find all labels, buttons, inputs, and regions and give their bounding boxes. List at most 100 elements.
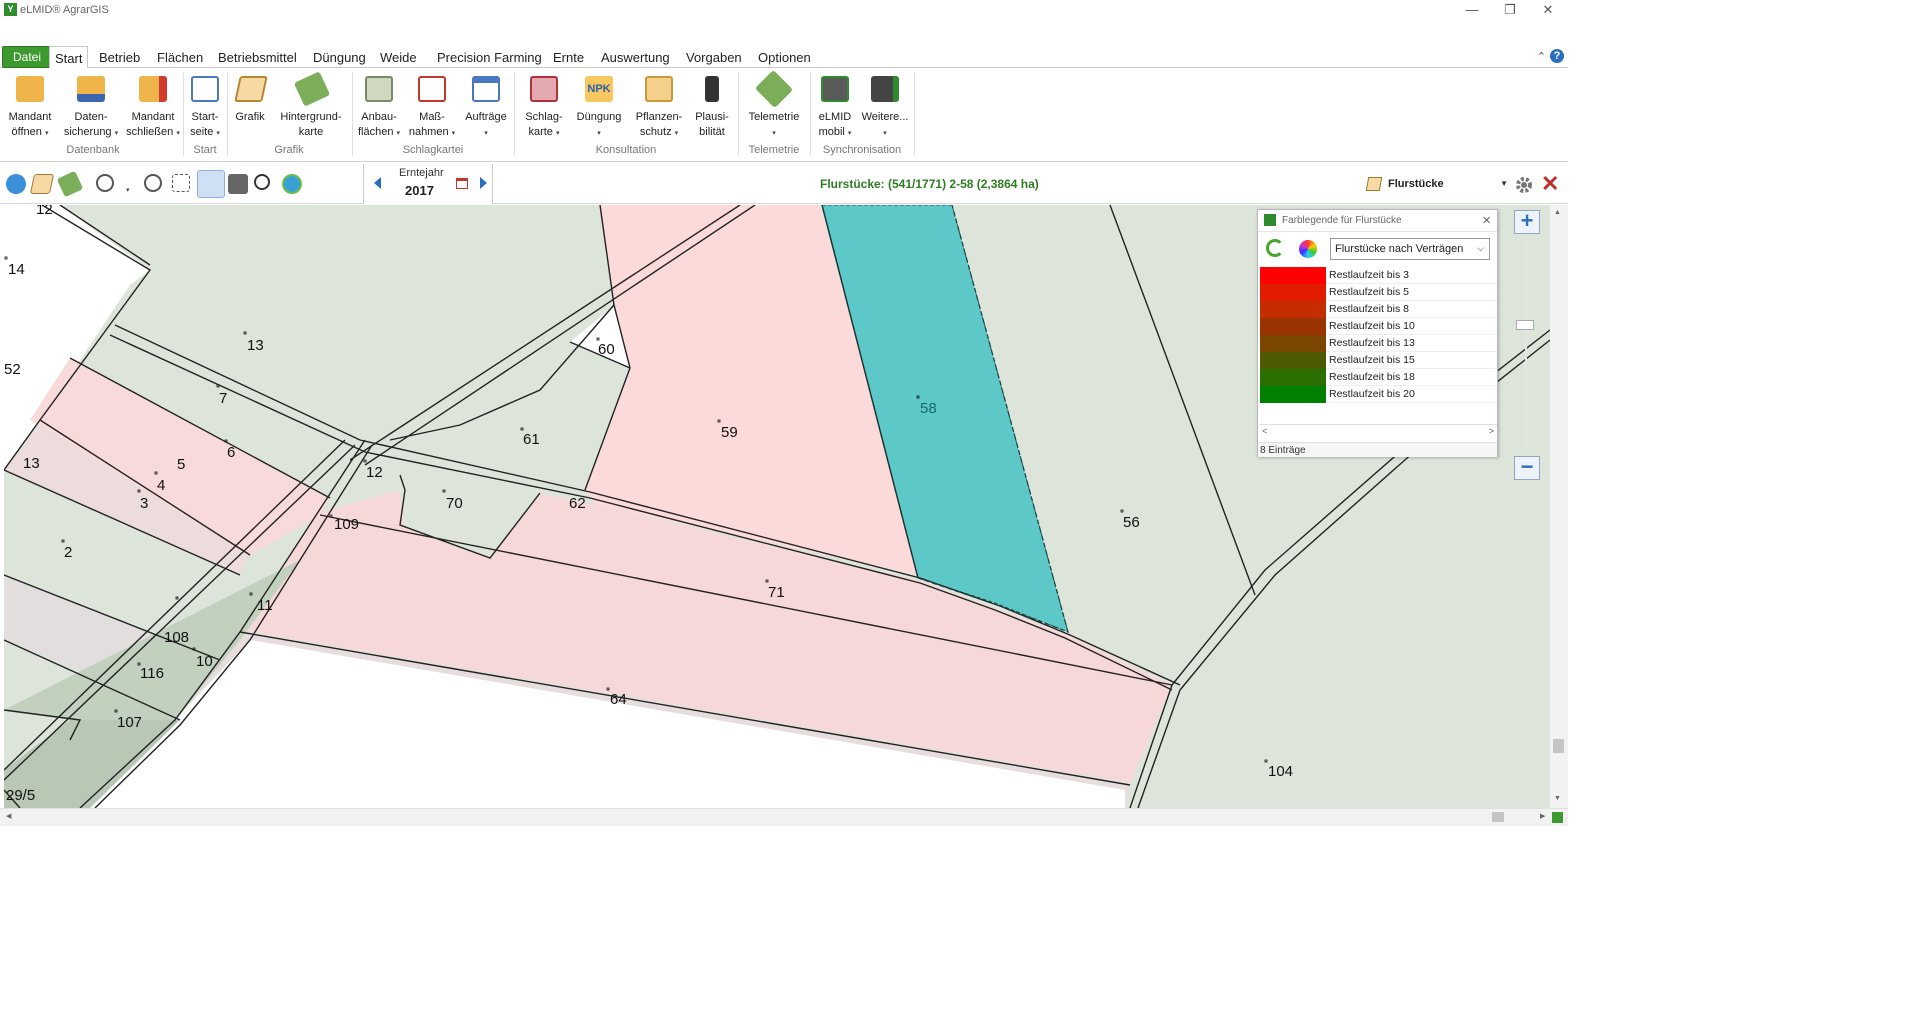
legend-item[interactable]: Restlaufzeit bis 8: [1259, 301, 1497, 318]
refresh-icon[interactable]: [1266, 239, 1284, 257]
group-label-start: Start: [193, 144, 217, 156]
legend-item[interactable]: Restlaufzeit bis 18: [1259, 369, 1497, 386]
weitere-button[interactable]: Weitere... ▾: [860, 72, 910, 142]
map-horizontal-scrollbar[interactable]: ◀ ▶: [0, 808, 1568, 826]
traffic-light-icon: [705, 76, 719, 102]
scroll-up-icon[interactable]: ▲: [1554, 209, 1561, 216]
zoom-in-icon[interactable]: [96, 174, 114, 192]
mandant-oeffnen-button[interactable]: Mandant öffnen ▾: [4, 72, 56, 142]
legend-swatch: [1260, 386, 1326, 403]
tab-vorgaben[interactable]: Vorgaben: [681, 46, 747, 68]
zoom-in-button[interactable]: +: [1514, 210, 1540, 234]
group-label-synchronisation: Synchronisation: [822, 144, 902, 156]
color-wheel-icon[interactable]: [1299, 240, 1317, 258]
group-label-grafik: Grafik: [274, 144, 304, 156]
scroll-thumb[interactable]: [1492, 812, 1504, 822]
tab-start[interactable]: Start: [49, 46, 89, 69]
legend-item[interactable]: Restlaufzeit bis 13: [1259, 335, 1497, 352]
select-rectangle-icon[interactable]: [172, 174, 190, 192]
help-icon[interactable]: ?: [1550, 49, 1564, 63]
telemetrie-button[interactable]: Telemetrie ▾: [742, 69, 806, 142]
zoom-out-icon[interactable]: [144, 174, 162, 192]
print-icon[interactable]: [228, 174, 248, 194]
datensicherung-button[interactable]: Daten-sicherung ▾: [62, 72, 120, 142]
group-label-schlagkartei: Schlagkartei: [402, 144, 464, 156]
mandant-schliessen-button[interactable]: Mandant schließen ▾: [125, 72, 181, 142]
collapse-ribbon-icon[interactable]: ⌃: [1537, 50, 1546, 63]
startseite-button[interactable]: Start-seite ▾: [186, 72, 224, 142]
legend-label: Restlaufzeit bis 18: [1329, 371, 1415, 383]
gear-icon[interactable]: [1514, 175, 1534, 195]
parcel-label: 59: [721, 424, 738, 441]
legend-horizontal-scrollbar[interactable]: < >: [1259, 424, 1497, 438]
legend-title: Farblegende für Flurstücke: [1282, 215, 1402, 226]
tab-weide[interactable]: Weide: [375, 46, 422, 68]
layer-graphic-icon[interactable]: [29, 174, 55, 194]
duengung-button[interactable]: NPK Düngung ▾: [574, 72, 624, 142]
tab-flaechen[interactable]: Flächen: [152, 46, 208, 68]
legend-item[interactable]: Restlaufzeit bis 15: [1259, 352, 1497, 369]
close-window-button[interactable]: ✕: [1538, 2, 1558, 18]
prev-year-button[interactable]: [374, 177, 381, 189]
hintergrundkarte-button[interactable]: Hintergrund-karte: [276, 71, 346, 142]
ribbon-tab-bar: Datei Start Betrieb Flächen Betriebsmitt…: [0, 44, 1568, 69]
tab-datei[interactable]: Datei: [2, 46, 53, 68]
parcel-label: 29/5: [6, 787, 35, 804]
pflanzenschutz-button[interactable]: Pflanzen-schutz ▾: [630, 72, 688, 142]
scroll-right-icon[interactable]: >: [1489, 426, 1494, 436]
map-layer-icon[interactable]: [56, 170, 84, 198]
scroll-thumb[interactable]: [1553, 739, 1564, 753]
plausibilitaet-button[interactable]: Plausi-bilität: [692, 72, 732, 142]
anbauflaechen-button[interactable]: Anbau-flächen ▾: [356, 72, 402, 142]
legend-item[interactable]: Restlaufzeit bis 3: [1259, 267, 1497, 284]
scroll-left-icon[interactable]: <: [1262, 426, 1267, 436]
calendar-icon[interactable]: [456, 178, 468, 189]
tab-ernte[interactable]: Ernte: [548, 46, 589, 68]
auftraege-button[interactable]: Aufträge ▾: [462, 72, 510, 142]
layer-dropdown-value: Flurstücke: [1388, 178, 1444, 190]
scroll-right-icon[interactable]: ▶: [1540, 812, 1545, 820]
tab-auswertung[interactable]: Auswertung: [596, 46, 675, 68]
close-icon[interactable]: ×: [1482, 212, 1491, 229]
search-icon[interactable]: [254, 174, 270, 190]
legend-item[interactable]: Restlaufzeit bis 10: [1259, 318, 1497, 335]
massnahmen-button[interactable]: Maß-nahmen ▾: [408, 72, 456, 142]
close-panel-icon[interactable]: ✕: [1541, 172, 1559, 196]
zoom-dropdown-icon[interactable]: ▾: [126, 186, 130, 194]
harvest-year-selector: Erntejahr 2017: [363, 164, 493, 204]
layer-graphic-icon: [1365, 177, 1383, 191]
parcel-label: 58: [920, 400, 937, 417]
list-view-icon[interactable]: [197, 170, 225, 198]
scroll-down-icon[interactable]: ▼: [1554, 795, 1561, 802]
legend-swatch: [1260, 318, 1326, 335]
zoom-out-button[interactable]: −: [1514, 456, 1540, 480]
tab-optionen[interactable]: Optionen: [753, 46, 816, 68]
refresh-map-icon[interactable]: [6, 174, 26, 194]
zoom-slider-handle[interactable]: [1516, 320, 1534, 330]
chevron-down-icon: ▼: [1500, 179, 1508, 188]
scroll-left-icon[interactable]: ◀: [6, 812, 11, 820]
parcel-label: 107: [117, 714, 142, 731]
map-vertical-scrollbar[interactable]: ▲ ▼: [1550, 205, 1568, 808]
next-year-button[interactable]: [480, 177, 487, 189]
backup-icon: [77, 76, 105, 102]
harvest-year-value[interactable]: 2017: [405, 183, 434, 198]
minimize-button[interactable]: —: [1462, 2, 1482, 18]
legend-swatch: [1260, 301, 1326, 318]
legend-swatch: [1260, 369, 1326, 386]
tab-duengung[interactable]: Düngung: [308, 46, 371, 68]
elmid-mobil-button[interactable]: eLMID mobil ▾: [812, 72, 858, 142]
legend-item[interactable]: Restlaufzeit bis 20: [1259, 386, 1497, 403]
zoom-slider-track[interactable]: [1525, 240, 1527, 446]
legend-mode-dropdown[interactable]: Flurstücke nach Verträgen ⌵: [1330, 238, 1490, 260]
tab-betriebsmittel[interactable]: Betriebsmittel: [213, 46, 302, 68]
globe-icon[interactable]: [282, 174, 302, 194]
parcel-label: 5: [177, 456, 185, 473]
tab-precision-farming[interactable]: Precision Farming: [432, 46, 547, 68]
legend-item[interactable]: Restlaufzeit bis 5: [1259, 284, 1497, 301]
maximize-button[interactable]: ❐: [1500, 2, 1520, 18]
layer-dropdown[interactable]: Flurstücke ▼: [1362, 170, 1510, 198]
tab-betrieb[interactable]: Betrieb: [94, 46, 145, 68]
schlagkarte-button[interactable]: Schlag-karte ▾: [518, 72, 570, 142]
grafik-button[interactable]: Grafik: [230, 72, 270, 142]
